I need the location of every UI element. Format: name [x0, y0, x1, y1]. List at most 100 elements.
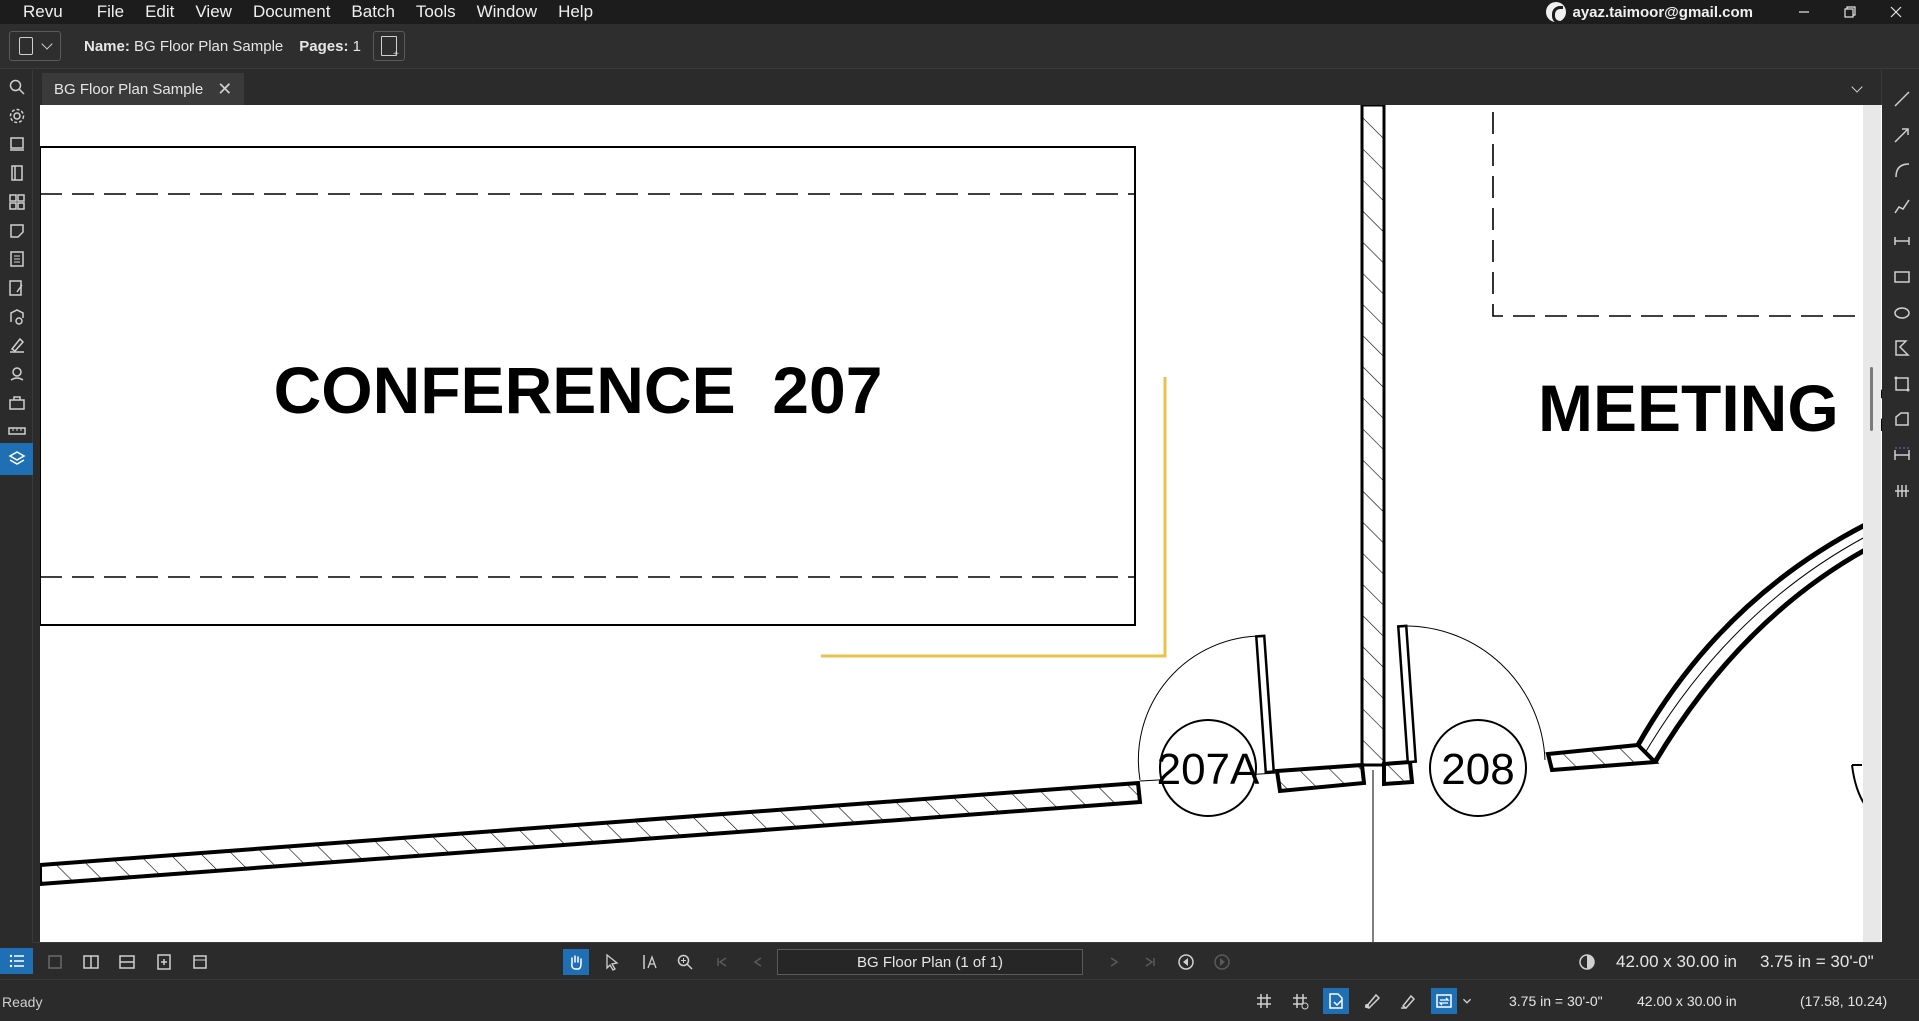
arc-tool-button[interactable]	[1891, 159, 1913, 181]
split-horizontal-button[interactable]	[114, 949, 140, 975]
insert-page-button[interactable]	[372, 31, 405, 61]
snap-to-grid-button[interactable]	[1287, 988, 1313, 1014]
pan-tool-button[interactable]	[563, 949, 589, 975]
menu-revu[interactable]: Revu	[0, 0, 97, 24]
select-tool-button[interactable]	[599, 949, 625, 975]
menu-edit[interactable]: Edit	[145, 0, 195, 24]
close-window-button[interactable]	[1873, 0, 1919, 24]
snap-content-icon	[1329, 993, 1343, 1009]
arrow-tool-button[interactable]	[1891, 124, 1913, 146]
document-pages: Pages: 1	[299, 38, 361, 55]
grid-toggle-button[interactable]	[1251, 988, 1277, 1014]
rectangle-icon	[1894, 271, 1910, 283]
account-button[interactable]: ayaz.taimoor@gmail.com	[1546, 0, 1753, 24]
forms-panel-button[interactable]	[5, 276, 29, 300]
sync-button[interactable]	[151, 949, 177, 975]
sync-view-button[interactable]	[1431, 988, 1457, 1014]
single-page-icon	[48, 955, 62, 969]
last-page-button[interactable]	[1137, 949, 1163, 975]
next-view-button[interactable]	[1209, 949, 1235, 975]
gear-icon	[9, 108, 25, 124]
previous-view-button[interactable]	[1173, 949, 1199, 975]
polyline-tool-button[interactable]	[1891, 195, 1913, 217]
search-panel-button[interactable]	[5, 75, 29, 99]
split-horizontal-icon	[119, 955, 135, 969]
ellipse-icon	[1894, 307, 1910, 319]
drawing-canvas[interactable]: CONFERENCE 207 MEETING 2 207A 208	[40, 105, 1882, 942]
menu-batch[interactable]: Batch	[351, 0, 415, 24]
right-tool-bar	[1881, 70, 1919, 942]
previous-page-button[interactable]	[745, 949, 771, 975]
sheets-panel-button[interactable]	[5, 219, 29, 243]
snap-to-content-button[interactable]	[1323, 988, 1349, 1014]
polygon-icon	[1895, 340, 1910, 356]
settings-panel-button[interactable]	[5, 104, 29, 128]
scrollbar-thumb[interactable]	[1870, 367, 1873, 431]
panel-list-button[interactable]	[0, 948, 33, 974]
sync-icon	[157, 954, 171, 970]
menu-tools[interactable]: Tools	[416, 0, 477, 24]
thumbnails-panel-button[interactable]	[5, 190, 29, 214]
tab-list-chevron-down-icon[interactable]	[1851, 81, 1863, 93]
menu-view[interactable]: View	[195, 0, 253, 24]
new-page-icon	[380, 36, 399, 60]
markups-panel-button[interactable]	[5, 247, 29, 271]
grid-hash-icon	[1257, 994, 1271, 1008]
ellipse-tool-button[interactable]	[1891, 302, 1913, 324]
toolbox-panel-button[interactable]	[5, 391, 29, 415]
measure-length-tool-button[interactable]	[1891, 444, 1913, 466]
rectangle-tool-button[interactable]	[1891, 266, 1913, 288]
tool-chest-panel-button[interactable]	[5, 305, 29, 329]
first-page-button[interactable]	[709, 949, 735, 975]
diagonal-wall	[40, 780, 1143, 887]
count-tool-button[interactable]	[1891, 480, 1913, 502]
line-icon	[1894, 91, 1910, 107]
places-panel-button[interactable]	[5, 362, 29, 386]
studio-panel-button[interactable]	[5, 132, 29, 156]
room-label-conference: CONFERENCE 207	[274, 353, 883, 427]
measurements-panel-button[interactable]	[5, 419, 29, 443]
polyline-icon	[1894, 199, 1910, 214]
document-toolbar: Name: BG Floor Plan Sample Pages: 1	[0, 24, 1919, 69]
menu-document[interactable]: Document	[253, 0, 351, 24]
layers-panel-button[interactable]	[0, 443, 33, 475]
page-selector[interactable]: BG Floor Plan (1 of 1)	[777, 949, 1083, 975]
tab-bg-floor-plan-sample[interactable]: BG Floor Plan Sample ✕	[42, 73, 245, 105]
stack-icon	[10, 137, 24, 151]
cutout-tool-button[interactable]	[1891, 408, 1913, 430]
document-tab-bar: BG Floor Plan Sample ✕	[33, 70, 1881, 105]
first-page-icon	[717, 957, 727, 967]
select-text-button[interactable]	[636, 949, 662, 975]
contrast-button[interactable]	[1574, 949, 1600, 975]
wall-segment-left	[1274, 762, 1367, 794]
signatures-panel-button[interactable]	[5, 333, 29, 357]
measure-area-tool-button[interactable]	[1891, 373, 1913, 395]
cursor-icon	[606, 953, 619, 971]
single-page-button[interactable]	[42, 949, 68, 975]
dimension-tool-button[interactable]	[1891, 230, 1913, 252]
sheet-icon	[10, 224, 24, 238]
status-scale[interactable]: 3.75 in = 30'-0"	[1509, 993, 1603, 1009]
pages-label: Pages:	[299, 37, 349, 55]
chevron-down-icon	[41, 37, 53, 50]
menu-help[interactable]: Help	[558, 0, 614, 24]
menu-window[interactable]: Window	[477, 0, 558, 24]
compare-button[interactable]	[187, 949, 213, 975]
document-menu-button[interactable]	[9, 31, 61, 61]
arc-icon	[1895, 163, 1910, 178]
zoom-tool-button[interactable]	[672, 949, 698, 975]
polygon-tool-button[interactable]	[1891, 337, 1913, 359]
next-page-button[interactable]	[1101, 949, 1127, 975]
menu-file[interactable]: File	[97, 0, 145, 24]
snap-to-markup-button[interactable]	[1359, 988, 1385, 1014]
sync-options-chevron[interactable]	[1459, 988, 1475, 1014]
line-tool-button[interactable]	[1891, 88, 1913, 110]
reuse-markup-button[interactable]	[1395, 988, 1421, 1014]
minimize-button[interactable]	[1781, 0, 1827, 24]
split-vertical-button[interactable]	[78, 949, 104, 975]
vertical-scrollbar[interactable]	[1863, 105, 1881, 942]
close-tab-icon[interactable]: ✕	[217, 79, 232, 100]
area-measure-icon	[1894, 376, 1910, 392]
bookmarks-panel-button[interactable]	[5, 161, 29, 185]
restore-button[interactable]	[1827, 0, 1873, 24]
